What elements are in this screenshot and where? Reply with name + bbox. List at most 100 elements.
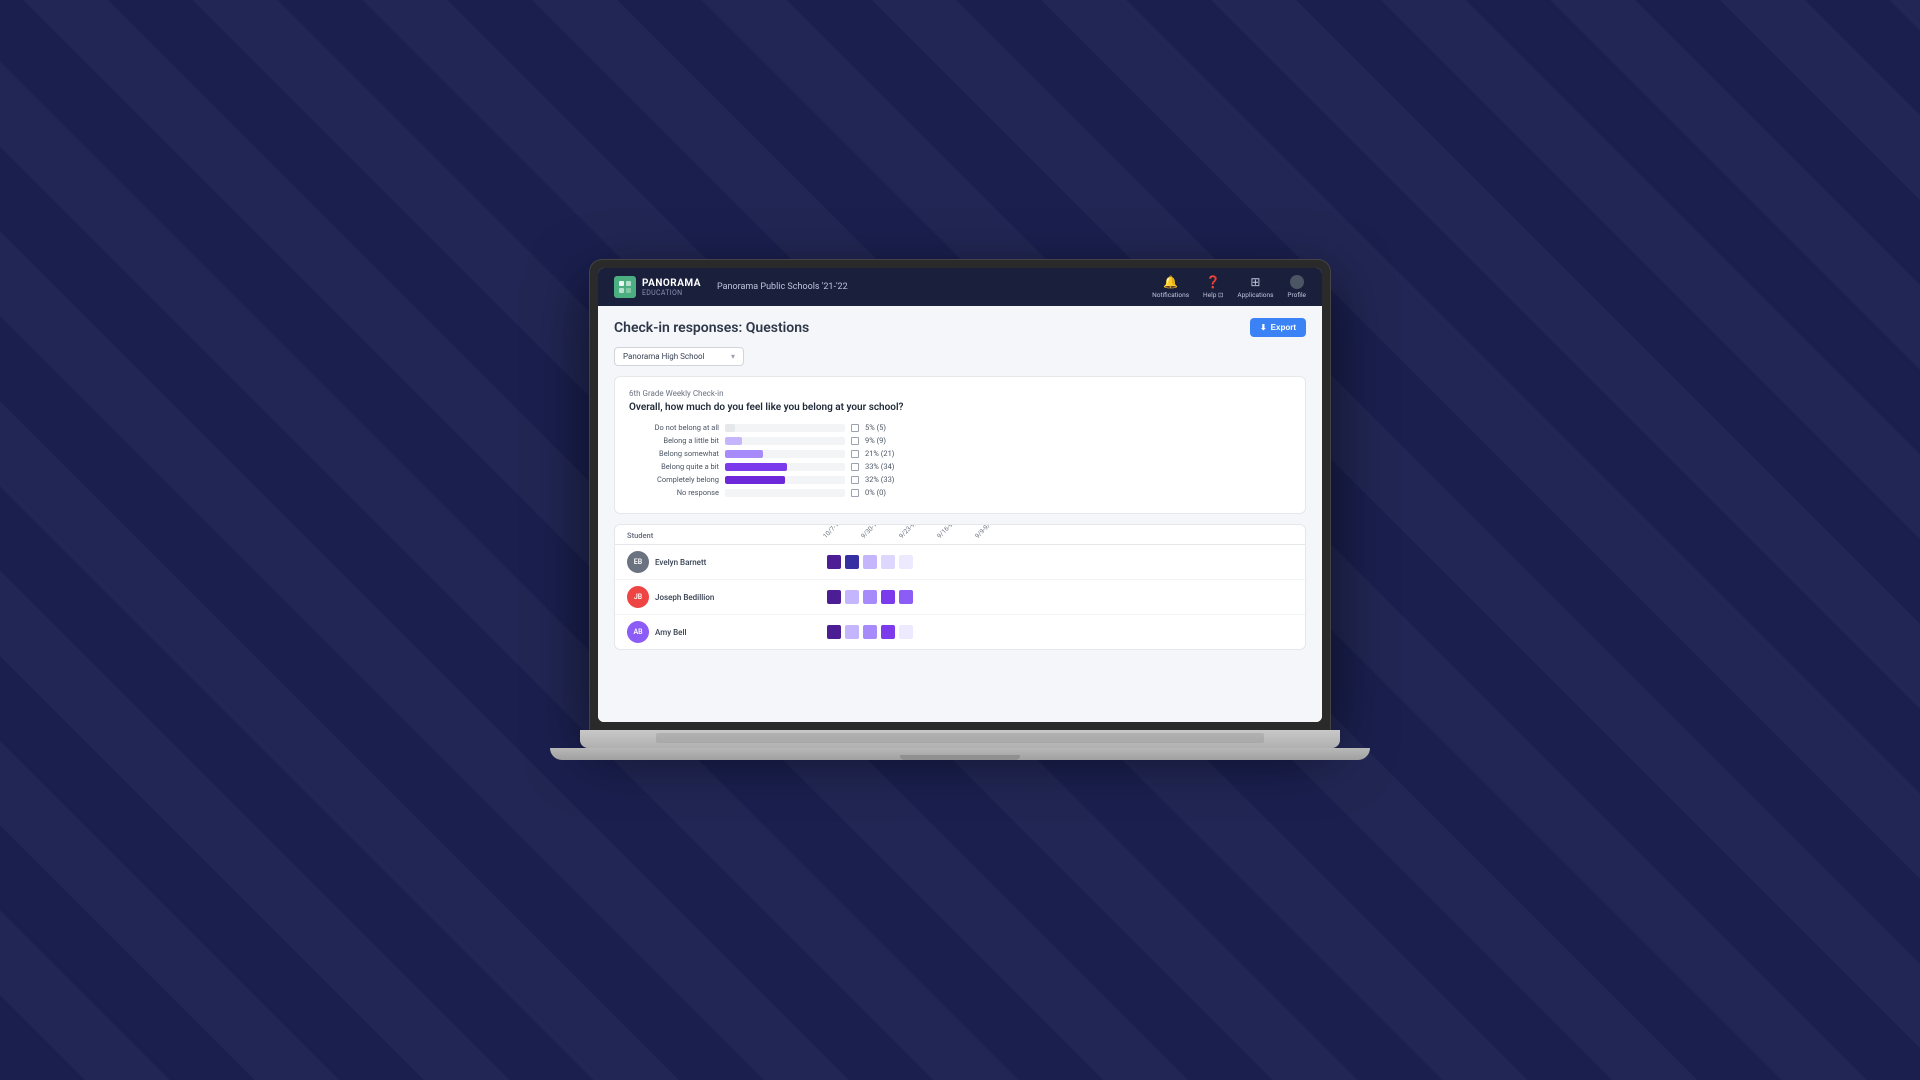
student-name: Amy Bell [655,628,687,637]
response-square [845,590,859,604]
table-row: EB Evelyn Barnett [615,545,1305,580]
response-square [899,555,913,569]
response-checkbox[interactable] [851,450,859,458]
response-square [827,590,841,604]
table-row: JB Joseph Bedillion [615,580,1305,615]
response-square [845,555,859,569]
response-checkbox[interactable] [851,424,859,432]
notifications-button[interactable]: 🔔 Notifications [1152,275,1189,299]
applications-label: Applications [1237,291,1273,299]
avatar: AB [627,621,649,643]
response-row: No response 0% (0) [629,488,1291,497]
response-bar-container [725,489,845,497]
grid-icon: ⊞ [1248,275,1262,289]
student-rows: EB Evelyn Barnett JB Joseph Bedillion AB Amy … [615,545,1305,649]
response-bar [725,476,785,484]
response-label: Belong a little bit [629,436,719,445]
date-header: 9/30-10/4 [859,524,875,540]
date-header: 9/16-9/20 [935,524,951,540]
avatar: EB [627,551,649,573]
student-info: JB Joseph Bedillion [627,586,807,608]
response-bar [725,463,787,471]
response-percentage: 5% (5) [865,423,886,432]
response-label: Do not belong at all [629,423,719,432]
help-icon: ❓ [1206,275,1220,289]
response-squares [827,555,913,569]
response-square [845,625,859,639]
response-squares [827,625,913,639]
chevron-down-icon: ▾ [731,352,735,361]
student-info: AB Amy Bell [627,621,807,643]
response-label: Belong somewhat [629,449,719,458]
download-icon: ⬇ [1260,323,1267,332]
response-square [863,590,877,604]
response-bars: Do not belong at all 5% (5) Belong a littl… [629,423,1291,497]
date-header: 9/9-9/13 [973,524,989,540]
response-square [881,555,895,569]
page-header: Check-in responses: Questions ⬇ Export [614,318,1306,337]
response-percentage: 33% (34) [865,462,894,471]
response-row: Do not belong at all 5% (5) [629,423,1291,432]
student-info: EB Evelyn Barnett [627,551,807,573]
response-checkbox[interactable] [851,463,859,471]
district-name: Panorama Public Schools '21-'22 [717,282,1152,292]
survey-question: Overall, how much do you feel like you b… [629,402,1291,413]
export-button[interactable]: ⬇ Export [1250,318,1306,337]
logo: PANORAMA EDUCATION [614,276,701,298]
response-squares [827,590,913,604]
notifications-label: Notifications [1152,291,1189,299]
date-header: 10/7-10/11 [821,524,837,540]
bell-icon: 🔔 [1164,275,1178,289]
response-bar-container [725,476,845,484]
response-row: Belong somewhat 21% (21) [629,449,1291,458]
response-percentage: 0% (0) [865,488,886,497]
date-headers: 10/7-10/119/30-10/49/23-9/279/16-9/209/9… [827,532,997,540]
date-header: 9/23-9/27 [897,524,913,540]
response-square [827,625,841,639]
response-row: Belong a little bit 9% (9) [629,436,1291,445]
student-table: Student 10/7-10/119/30-10/49/23-9/279/16… [614,524,1306,650]
navbar-actions: 🔔 Notifications ❓ Help ⊡ ⊞ Applications … [1152,275,1306,299]
student-name: Joseph Bedillion [655,593,714,602]
response-square [881,590,895,604]
response-label: Belong quite a bit [629,462,719,471]
school-dropdown[interactable]: Panorama High School ▾ [614,347,744,366]
export-label: Export [1271,323,1296,332]
response-label: No response [629,488,719,497]
response-square [881,625,895,639]
response-checkbox[interactable] [851,437,859,445]
response-square [899,625,913,639]
response-square [863,625,877,639]
student-column-header: Student [627,531,807,540]
logo-subtext: EDUCATION [642,289,701,297]
page-title: Check-in responses: Questions [614,320,809,336]
response-checkbox[interactable] [851,489,859,497]
response-square [827,555,841,569]
table-row: AB Amy Bell [615,615,1305,649]
help-button[interactable]: ❓ Help ⊡ [1203,275,1223,299]
response-bar [725,450,763,458]
laptop-keyboard [580,730,1340,748]
survey-card: 6th Grade Weekly Check-in Overall, how m… [614,376,1306,514]
laptop-base [550,748,1370,760]
response-label: Completely belong [629,475,719,484]
response-checkbox[interactable] [851,476,859,484]
applications-button[interactable]: ⊞ Applications [1237,275,1273,299]
response-bar-container [725,450,845,458]
response-bar-container [725,463,845,471]
logo-icon [614,276,636,298]
navbar: PANORAMA EDUCATION Panorama Public Schoo… [598,268,1322,306]
profile-button[interactable]: Profile [1287,275,1306,299]
response-square [863,555,877,569]
response-percentage: 32% (33) [865,475,894,484]
student-name: Evelyn Barnett [655,558,706,567]
response-percentage: 9% (9) [865,436,886,445]
response-row: Completely belong 32% (33) [629,475,1291,484]
avatar: JB [627,586,649,608]
response-bar-container [725,437,845,445]
response-row: Belong quite a bit 33% (34) [629,462,1291,471]
logo-text: PANORAMA [642,278,701,289]
response-square [899,590,913,604]
response-percentage: 21% (21) [865,449,894,458]
main-content: Check-in responses: Questions ⬇ Export P… [598,306,1322,722]
